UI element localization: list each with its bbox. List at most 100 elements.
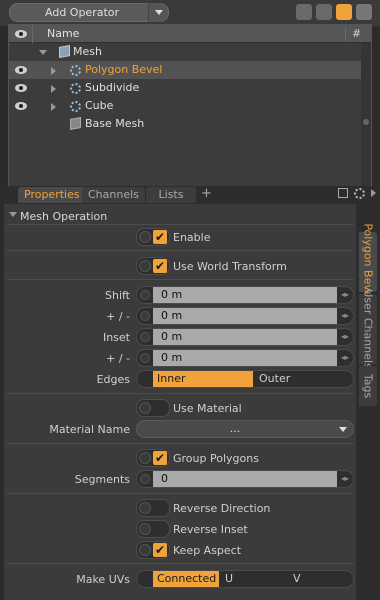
expand-triangle-icon[interactable] xyxy=(51,67,56,75)
shift-random-value[interactable]: 0 m xyxy=(153,308,337,324)
inset-value[interactable]: 0 m xyxy=(153,329,337,345)
reverse-direction-checkbox[interactable] xyxy=(136,499,170,517)
reverse-inset-checkbox[interactable] xyxy=(136,520,170,538)
tab-channels[interactable]: Channels xyxy=(82,187,145,203)
expand-icon[interactable] xyxy=(338,188,348,198)
collapse-triangle-icon[interactable] xyxy=(9,212,17,217)
section-header[interactable]: Mesh Operation xyxy=(4,208,356,224)
gear-icon xyxy=(70,101,81,112)
toggle-knob xyxy=(139,502,151,514)
make-uvs-option-u[interactable]: U xyxy=(221,571,287,587)
gear-icon[interactable] xyxy=(354,188,365,199)
shift-value[interactable]: 0 m xyxy=(153,287,337,303)
make-uvs-selector[interactable]: Connected U V xyxy=(136,570,354,588)
mesh-cube-icon xyxy=(59,45,70,58)
shift-field[interactable]: 0 m ◂▸ xyxy=(136,286,354,304)
inset-random-field[interactable]: 0 m ◂▸ xyxy=(136,349,354,367)
checkmark-icon: ✔ xyxy=(153,259,167,273)
use-world-transform-checkbox[interactable]: ✔ xyxy=(136,257,170,275)
expand-triangle-icon[interactable] xyxy=(39,50,47,55)
gear-icon xyxy=(70,83,81,94)
tree-row-mesh[interactable]: Mesh xyxy=(9,43,371,61)
edges-option-inner[interactable]: Inner xyxy=(153,371,253,387)
visibility-toggle[interactable] xyxy=(9,115,33,133)
lock-icon[interactable] xyxy=(140,332,150,342)
collapse-icon[interactable] xyxy=(296,4,312,20)
segments-field[interactable]: 0 ◂▸ xyxy=(136,470,354,488)
divider xyxy=(7,250,354,251)
checkmark-icon: ✔ xyxy=(153,451,167,465)
hash-column-header[interactable]: # xyxy=(345,27,361,41)
tree-item-label: Polygon Bevel xyxy=(85,63,163,76)
stepper-arrows-icon[interactable]: ◂▸ xyxy=(339,353,351,363)
chevron-right-icon[interactable] xyxy=(371,189,376,197)
make-uvs-label: Make UVs xyxy=(76,573,130,586)
expand-triangle-icon[interactable] xyxy=(51,85,56,93)
eye-icon xyxy=(15,102,27,110)
lock-icon[interactable] xyxy=(140,311,150,321)
visibility-toggle[interactable] xyxy=(9,97,33,115)
material-name-label: Material Name xyxy=(49,423,130,436)
enable-checkbox[interactable]: ✔ xyxy=(136,228,170,246)
divider xyxy=(7,563,354,564)
lock-icon[interactable] xyxy=(140,353,150,363)
tab-properties[interactable]: Properties xyxy=(18,187,86,203)
edges-option-outer[interactable]: Outer xyxy=(255,371,353,387)
side-tab-user-channels[interactable]: User Channels xyxy=(359,289,377,369)
stepper-arrows-icon[interactable]: ◂▸ xyxy=(339,311,351,321)
expand-triangle-icon[interactable] xyxy=(51,103,56,111)
enable-label: Enable xyxy=(173,231,211,244)
inset-field[interactable]: 0 m ◂▸ xyxy=(136,328,354,346)
shift-label: Shift xyxy=(104,289,130,302)
toggle-knob xyxy=(139,260,151,272)
make-uvs-option-connected[interactable]: Connected xyxy=(153,571,219,587)
tree-row-polygon-bevel[interactable]: Polygon Bevel xyxy=(9,61,371,79)
tree-row-base-mesh[interactable]: Base Mesh xyxy=(9,115,371,133)
filter-icon[interactable] xyxy=(356,4,372,20)
add-tab-button[interactable]: + xyxy=(201,186,212,201)
tree-header: Name # xyxy=(9,25,371,43)
divider xyxy=(7,224,354,225)
make-uvs-option-v[interactable]: V xyxy=(289,571,353,587)
lock-icon[interactable] xyxy=(140,474,150,484)
stepper-arrows-icon[interactable]: ◂▸ xyxy=(339,332,351,342)
edges-selector[interactable]: Inner Outer xyxy=(136,370,354,388)
visibility-toggle[interactable] xyxy=(9,43,33,61)
tab-lists[interactable]: Lists xyxy=(146,187,196,203)
keep-aspect-checkbox[interactable]: ✔ xyxy=(136,541,170,559)
inset-random-value[interactable]: 0 m xyxy=(153,350,337,366)
stepper-arrows-icon[interactable]: ◂▸ xyxy=(339,474,351,484)
chevron-down-icon[interactable] xyxy=(148,3,168,22)
stepper-arrows-icon[interactable]: ◂▸ xyxy=(339,290,351,300)
name-column-header[interactable]: Name xyxy=(47,27,79,40)
tree-row-subdivide[interactable]: Subdivide xyxy=(9,79,371,97)
segments-value[interactable]: 0 xyxy=(153,471,337,487)
eye-icon xyxy=(15,30,27,38)
divider xyxy=(7,443,354,444)
lock-icon[interactable] xyxy=(140,290,150,300)
use-material-checkbox[interactable] xyxy=(136,399,170,417)
scroll-grip-icon[interactable] xyxy=(363,119,369,125)
toggle-knob xyxy=(139,402,151,414)
add-operator-button[interactable]: Add Operator xyxy=(9,3,169,22)
material-name-select[interactable]: ... xyxy=(136,420,354,438)
divider xyxy=(7,493,354,494)
list-view-icon[interactable] xyxy=(316,4,332,20)
reverse-inset-label: Reverse Inset xyxy=(173,523,248,536)
tree-row-cube[interactable]: Cube xyxy=(9,97,371,115)
visibility-toggle[interactable] xyxy=(9,61,33,79)
shift-random-field[interactable]: 0 m ◂▸ xyxy=(136,307,354,325)
eye-icon xyxy=(15,66,27,74)
menu-lines-icon[interactable] xyxy=(336,4,352,20)
visibility-toggle[interactable] xyxy=(9,79,33,97)
gear-icon xyxy=(70,65,81,76)
add-operator-label: Add Operator xyxy=(45,6,120,19)
group-polygons-checkbox[interactable]: ✔ xyxy=(136,449,170,467)
visibility-column-header[interactable] xyxy=(9,25,33,43)
tree-item-label: Base Mesh xyxy=(85,117,145,130)
toggle-knob xyxy=(139,523,151,535)
tree-item-label: Subdivide xyxy=(85,81,140,94)
side-tab-polygon-bevel[interactable]: Polygon Bevel xyxy=(359,223,377,301)
toggle-knob xyxy=(139,452,151,464)
side-tab-tags[interactable]: Tags xyxy=(359,366,377,406)
